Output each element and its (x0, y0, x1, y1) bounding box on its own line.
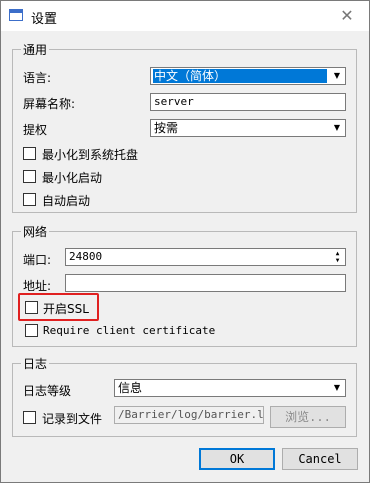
language-label: 语言: (23, 71, 52, 85)
elevate-label: 提权 (23, 123, 48, 137)
screen-name-label: 屏幕名称: (23, 97, 76, 111)
autostart-checkbox[interactable] (23, 193, 36, 206)
start-minimized-label: 最小化启动 (42, 171, 103, 185)
address-label: 地址: (23, 279, 52, 293)
network-group-label: 网络 (21, 223, 50, 240)
title-bar: 设置 ✕ (1, 1, 369, 31)
general-group-label: 通用 (21, 41, 50, 58)
chevron-down-icon: ▼ (333, 71, 341, 80)
chevron-down-icon: ▼ (333, 383, 341, 392)
browse-button[interactable]: 浏览... (270, 406, 346, 428)
log-level-value: 信息 (118, 381, 143, 395)
elevate-select[interactable]: 按需 ▼ (150, 119, 346, 137)
language-value: 中文（简体） (153, 69, 327, 83)
log-group-label: 日志 (21, 355, 50, 372)
address-input[interactable] (65, 274, 346, 292)
ssl-highlight-box (18, 293, 99, 321)
ok-button[interactable]: OK (199, 448, 275, 470)
screen-name-input[interactable]: server (150, 93, 346, 111)
elevate-value: 按需 (154, 121, 179, 135)
language-select[interactable]: 中文（简体） ▼ (150, 67, 346, 85)
close-button[interactable]: ✕ (325, 1, 369, 31)
minimize-tray-checkbox[interactable] (23, 147, 36, 160)
log-to-file-label: 记录到文件 (42, 412, 103, 426)
start-minimized-checkbox[interactable] (23, 170, 36, 183)
log-level-label: 日志等级 (23, 384, 72, 398)
window-title: 设置 (31, 12, 58, 27)
port-spinbox[interactable]: 24800 ▲ ▼ (65, 248, 346, 266)
log-path-input[interactable]: /Barrier/log/barrier.log (114, 406, 264, 424)
cancel-button[interactable]: Cancel (282, 448, 358, 470)
port-value: 24800 (69, 250, 103, 263)
spin-up-icon[interactable]: ▲ (331, 250, 344, 257)
log-to-file-checkbox[interactable] (23, 411, 36, 424)
log-level-select[interactable]: 信息 ▼ (114, 379, 346, 397)
minimize-tray-label: 最小化到系统托盘 (42, 148, 139, 162)
settings-dialog: 设置 ✕ 通用 语言: 中文（简体） ▼ 屏幕名称: server 提权 按需 … (0, 0, 370, 483)
port-stepper[interactable]: ▲ ▼ (331, 250, 344, 264)
require-cert-checkbox[interactable] (25, 324, 38, 337)
port-label: 端口: (23, 253, 52, 267)
app-icon (9, 9, 23, 21)
autostart-label: 自动启动 (42, 194, 91, 208)
require-cert-label: Require client certificate (43, 324, 216, 337)
spin-down-icon[interactable]: ▼ (331, 257, 344, 264)
chevron-down-icon: ▼ (333, 123, 341, 132)
